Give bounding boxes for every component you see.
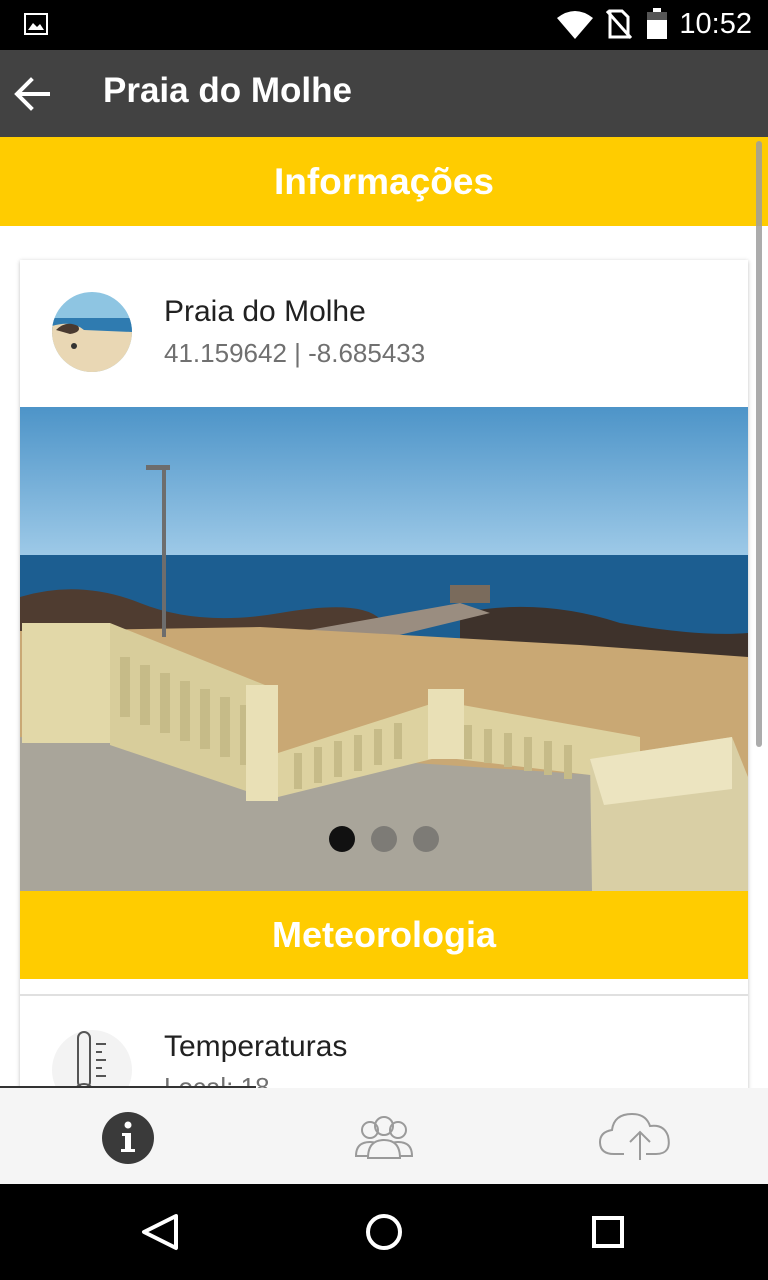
info-section-header: Informações xyxy=(0,137,768,226)
scrollbar[interactable] xyxy=(756,141,762,747)
gallery-dot[interactable] xyxy=(413,826,439,852)
tab-community[interactable] xyxy=(256,1088,512,1184)
no-sim-icon xyxy=(606,9,632,39)
system-nav-bar xyxy=(0,1184,768,1280)
beach-name: Praia do Molhe xyxy=(164,295,366,328)
battery-icon xyxy=(647,8,667,39)
info-icon xyxy=(102,1112,154,1164)
gallery-pager xyxy=(20,826,748,852)
gallery-dot[interactable] xyxy=(329,826,355,852)
beach-coordinates: 41.159642 | -8.685433 xyxy=(164,338,426,368)
temperature-label: Temperaturas xyxy=(164,1030,348,1063)
app-bar: Praia do Molhe xyxy=(0,50,768,137)
status-bar: 10:52 xyxy=(0,0,768,50)
cloud-upload-icon xyxy=(598,1112,670,1160)
content-scroll-area[interactable]: Informações Praia do Molhe 41.159642 | -… xyxy=(0,137,768,1088)
gallery-dot[interactable] xyxy=(371,826,397,852)
nav-back-icon[interactable] xyxy=(142,1214,178,1250)
image-notification-icon xyxy=(24,13,48,35)
tab-upload[interactable] xyxy=(512,1088,768,1184)
users-group-icon xyxy=(354,1116,414,1159)
nav-recents-icon[interactable] xyxy=(592,1216,624,1248)
nav-home-icon[interactable] xyxy=(366,1214,402,1250)
bottom-tab-bar xyxy=(0,1088,768,1184)
beach-photo[interactable] xyxy=(20,407,748,891)
tab-info[interactable] xyxy=(0,1088,256,1184)
wifi-icon xyxy=(557,11,593,39)
back-arrow-icon[interactable] xyxy=(14,77,52,111)
divider xyxy=(20,994,748,996)
page-title: Praia do Molhe xyxy=(103,71,352,110)
meteo-section-header: Meteorologia xyxy=(20,891,748,979)
clock: 10:52 xyxy=(679,8,752,40)
thermometer-icon xyxy=(52,1030,132,1088)
beach-card: Praia do Molhe 41.159642 | -8.685433 Met… xyxy=(20,260,748,1088)
beach-avatar xyxy=(52,292,132,372)
